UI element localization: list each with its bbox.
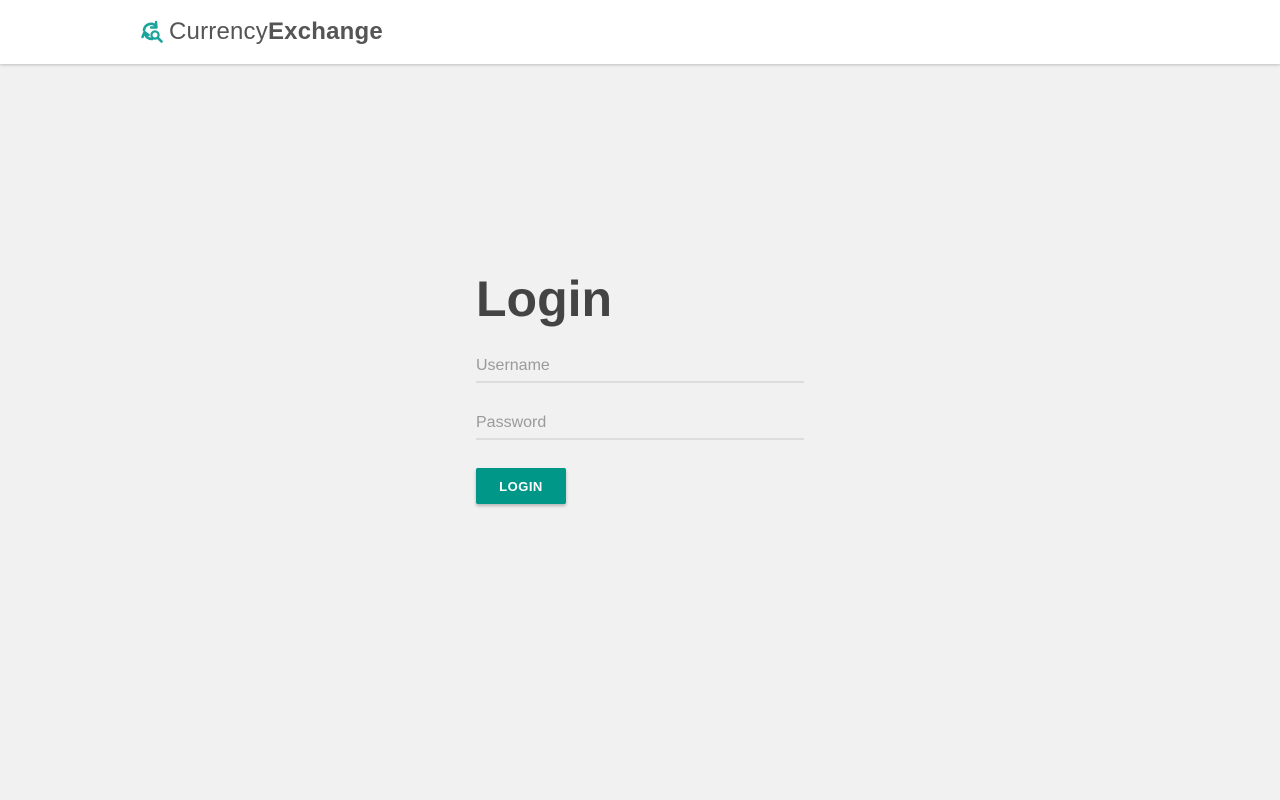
login-button[interactable]: LOGIN [476, 468, 566, 504]
username-field-container [476, 343, 804, 383]
username-input[interactable] [476, 357, 804, 375]
top-app-bar: CurrencyExchange [0, 0, 1280, 64]
password-input[interactable] [476, 414, 804, 432]
brand-name-bold: Exchange [267, 18, 383, 45]
page-title: Login [476, 271, 613, 327]
login-form: Login LOGIN [476, 268, 804, 504]
brand-name-light: Currency [169, 18, 268, 45]
brand-logo-link[interactable]: CurrencyExchange [141, 18, 383, 46]
currency-exchange-icon [141, 20, 163, 43]
brand-name: CurrencyExchange [169, 18, 383, 46]
password-field-container [476, 400, 804, 440]
